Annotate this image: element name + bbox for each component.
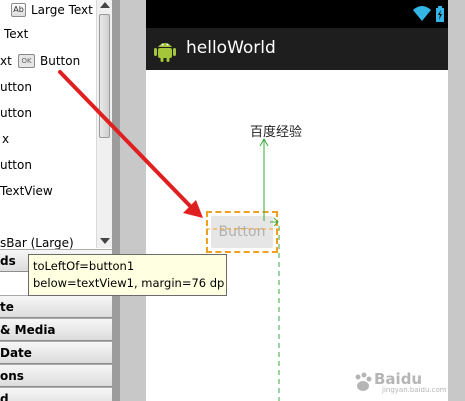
scroll-down-arrow-icon[interactable] [100, 238, 110, 244]
text-view-1[interactable]: 百度经验 [250, 121, 302, 140]
baidu-watermark: Baidu jingyan.baidu.com [352, 368, 452, 396]
category-composite[interactable]: te [0, 295, 112, 318]
category-label: Date [0, 346, 32, 360]
palette-item-label: sBar (Large) [0, 236, 74, 250]
device-screen: helloWorld 百度经验 Button [146, 0, 448, 401]
paw-logo-icon [355, 372, 372, 391]
palette-item-image-button[interactable]: utton [0, 103, 32, 123]
app-title: helloWorld [186, 38, 276, 58]
palette-item-label: utton [0, 106, 32, 120]
category-label: & Media [0, 323, 56, 337]
tooltip: toLeftOf=button1 below=textView1, margin… [28, 254, 227, 296]
action-bar: helloWorld [146, 28, 448, 70]
category-images-media[interactable]: & Media [0, 318, 112, 341]
palette-panel: Ab Large Text Text xt OK Button utton ut… [0, 0, 112, 401]
palette-item-label: xt [0, 54, 12, 68]
category-label: d [0, 392, 9, 401]
scroll-thumb[interactable] [99, 14, 110, 138]
selected-button-outline[interactable]: Button [206, 211, 278, 253]
battery-icon [436, 6, 444, 22]
palette-item-checkbox[interactable]: x [2, 129, 9, 149]
category-label: ons [0, 369, 24, 383]
status-bar [146, 0, 448, 28]
palette-item-label: Text [4, 27, 29, 41]
category-time-date[interactable]: Date [0, 341, 112, 364]
android-icon [154, 43, 176, 62]
palette-scrollbar[interactable] [96, 0, 112, 248]
category-label: ds [0, 254, 16, 268]
palette-item-label: x [2, 132, 10, 146]
category-label: te [0, 300, 14, 314]
button-1[interactable]: Button [211, 216, 273, 248]
canvas-edge [112, 0, 120, 401]
palette-item-label: Large Text [31, 3, 93, 17]
scroll-up-arrow-icon[interactable] [100, 2, 110, 8]
wifi-icon [413, 6, 431, 21]
tooltip-line-1: toLeftOf=button1 [33, 259, 135, 273]
palette-item-text[interactable]: Text [4, 24, 28, 44]
ok-button-icon: OK [18, 54, 35, 68]
category-transitions[interactable]: ons [0, 364, 112, 387]
text-ab-icon: Ab [11, 3, 26, 17]
palette-item-label: utton [0, 80, 32, 94]
palette-item-radio-button[interactable]: utton [0, 155, 32, 175]
tooltip-line-2: below=textView1, margin=76 dp [33, 276, 225, 290]
watermark-sub: jingyan.baidu.com [382, 386, 447, 394]
palette-item-toggle-button[interactable]: utton [0, 77, 32, 97]
palette-item-label: utton [0, 158, 32, 172]
palette-item-label-button: Button [40, 54, 81, 68]
palette-item-checked-textview[interactable]: TextView [0, 181, 53, 201]
palette-item-label: TextView [0, 184, 53, 198]
category-advanced[interactable]: d [0, 387, 112, 401]
